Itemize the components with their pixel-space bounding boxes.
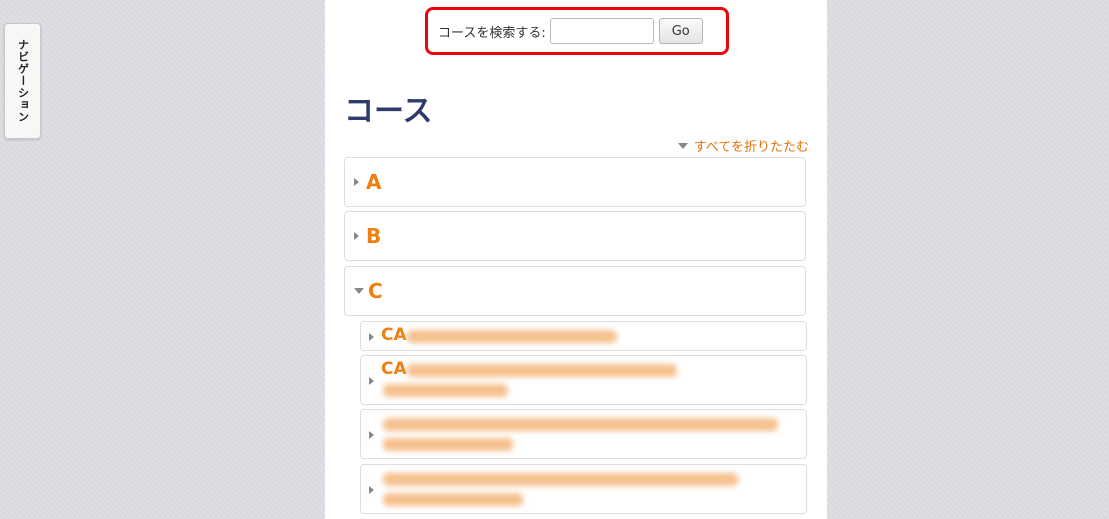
subcategory-item[interactable] <box>360 409 807 459</box>
go-button[interactable]: Go <box>658 18 703 44</box>
triangle-right-icon <box>354 232 359 240</box>
category-c[interactable]: C <box>344 266 806 316</box>
redacted-text <box>407 330 617 343</box>
navigation-tab[interactable]: ナビゲーション <box>4 23 41 139</box>
collapse-all-link[interactable]: すべてを折りたたむ <box>677 136 809 155</box>
redacted-text <box>407 364 677 377</box>
triangle-down-icon <box>354 288 364 294</box>
redacted-text <box>383 493 523 506</box>
page-title: コース <box>344 94 433 129</box>
redacted-text <box>383 418 778 431</box>
triangle-right-icon <box>369 486 374 494</box>
redacted-text <box>383 473 738 486</box>
search-label: コースを検索する: <box>438 25 546 41</box>
triangle-down-icon <box>677 142 688 149</box>
category-a[interactable]: A <box>344 157 806 207</box>
triangle-right-icon <box>369 431 374 439</box>
subcategory-item[interactable] <box>360 464 807 514</box>
subcategory-item[interactable]: CA <box>360 355 807 405</box>
category-label[interactable]: B <box>366 224 381 248</box>
navigation-tab-label: ナビゲーション <box>16 39 30 123</box>
collapse-all-label: すべてを折りたたむ <box>693 140 809 155</box>
subcategory-label[interactable]: CA <box>381 325 407 345</box>
main-content: コースを検索する: Go コース すべてを折りたたむ A B C CA CA <box>325 0 827 519</box>
triangle-right-icon <box>354 178 359 186</box>
category-b[interactable]: B <box>344 211 806 261</box>
subcategory-label[interactable]: CA <box>381 359 407 379</box>
category-label[interactable]: A <box>366 170 381 194</box>
course-search-form: コースを検索する: Go <box>425 7 729 55</box>
subcategory-item[interactable]: CA <box>360 321 807 351</box>
redacted-text <box>383 438 513 451</box>
redacted-text <box>383 384 508 397</box>
triangle-right-icon <box>369 333 374 341</box>
category-label[interactable]: C <box>368 279 383 303</box>
triangle-right-icon <box>369 377 374 385</box>
search-input[interactable] <box>549 18 654 44</box>
